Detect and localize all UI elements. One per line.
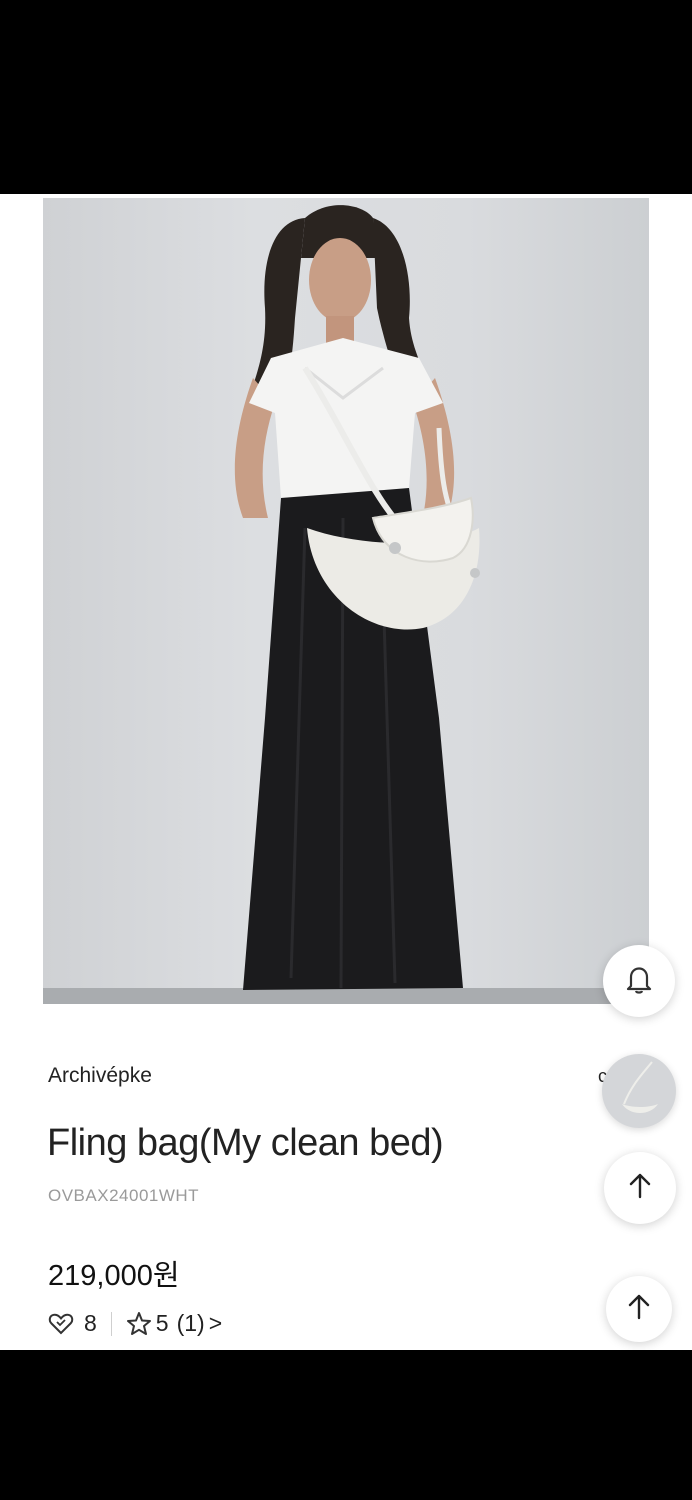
product-title: Fling bag(My clean bed) — [47, 1122, 444, 1164]
product-photo[interactable] — [43, 198, 649, 1004]
heart-icon[interactable] — [48, 1312, 74, 1336]
product-meta: 8 5 (1) > — [48, 1310, 222, 1337]
product-price: 219,000원 — [48, 1260, 180, 1292]
product-screen: Archivépke Fling bag(My clean bed) OVBAX… — [0, 194, 692, 1350]
recent-item-thumbnail[interactable] — [602, 1054, 676, 1128]
bell-icon — [622, 962, 656, 1001]
rating-value: 5 — [155, 1310, 169, 1336]
like-count: 8 — [84, 1310, 97, 1336]
brand-name[interactable]: Archivépke — [48, 1064, 152, 1088]
star-icon[interactable] — [126, 1311, 152, 1337]
scroll-top-button[interactable] — [604, 1152, 676, 1224]
meta-divider — [110, 1311, 112, 1336]
restock-alert-button[interactable] — [603, 945, 675, 1017]
product-sku: OVBAX24001WHT — [48, 1186, 200, 1205]
scroll-top-button-secondary[interactable] — [606, 1276, 672, 1342]
review-count[interactable]: (1) — [177, 1310, 205, 1337]
arrow-up-icon — [625, 1171, 655, 1206]
arrow-up-icon — [624, 1292, 654, 1327]
chevron-right-icon[interactable]: > — [209, 1310, 222, 1337]
